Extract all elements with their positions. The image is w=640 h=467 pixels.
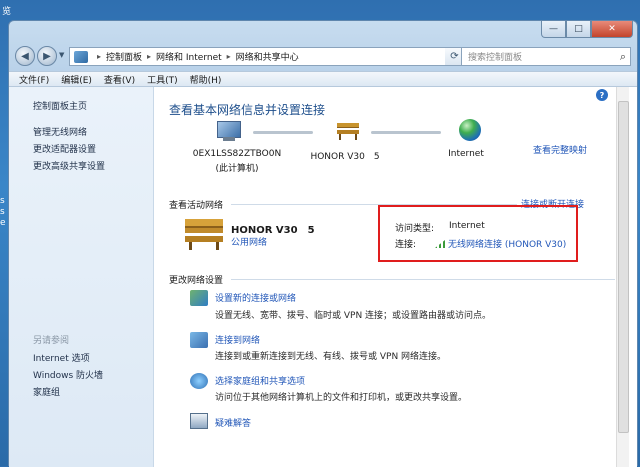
- navigation-bar: ◀ ▶ ▼ ▸ 控制面板 ▸ 网络和 Internet ▸ 网络和共享中心 ⟳ …: [15, 45, 631, 69]
- wifi-signal-icon: [435, 240, 445, 248]
- back-button[interactable]: ◀: [15, 46, 35, 66]
- full-map-link[interactable]: 查看完整映射: [533, 143, 587, 156]
- access-type-value: Internet: [449, 221, 485, 231]
- breadcrumb-network-sharing[interactable]: 网络和共享中心: [236, 50, 299, 63]
- title-buttons: — □ ✕: [541, 21, 633, 38]
- sidebar-advanced-sharing[interactable]: 更改高级共享设置: [33, 159, 105, 172]
- page-title: 查看基本网络信息并设置连接: [169, 103, 326, 117]
- breadcrumb-network-internet[interactable]: 网络和 Internet: [156, 50, 222, 63]
- sidebar-windows-firewall[interactable]: Windows 防火墙: [33, 368, 103, 381]
- sidebar-see-also: 另请参阅: [33, 336, 70, 346]
- help-icon[interactable]: ?: [596, 89, 608, 101]
- network-name-label: HONOR V30 5: [310, 152, 380, 162]
- task-new-connection[interactable]: 设置新的连接或网络: [215, 291, 296, 304]
- active-network-name: HONOR V30 5: [231, 225, 315, 236]
- menu-edit[interactable]: 编辑(E): [61, 73, 92, 86]
- connection-link-wrap: 无线网络连接 (HONOR V30): [435, 237, 566, 250]
- divider: [231, 279, 615, 280]
- menu-tools[interactable]: 工具(T): [147, 73, 178, 86]
- control-panel-icon: [74, 50, 88, 63]
- troubleshoot-icon: [190, 413, 208, 429]
- sidebar-homegroup[interactable]: 家庭组: [33, 385, 60, 398]
- new-connection-icon: [190, 290, 208, 306]
- refresh-icon: ⟳: [450, 51, 459, 62]
- sidebar-adapter-settings[interactable]: 更改适配器设置: [33, 142, 96, 155]
- internet-globe-icon: [459, 119, 481, 141]
- chevron-right-icon: ▸: [97, 52, 102, 61]
- recent-pages-dropdown[interactable]: ▼: [59, 51, 64, 59]
- desktop-side-text: s s e: [0, 196, 6, 228]
- active-network-bench-icon: [185, 219, 223, 250]
- network-map: [179, 119, 481, 149]
- computer-name: 0EX1LSS82ZTBO0N: [192, 149, 282, 159]
- internet-label: Internet: [448, 149, 484, 159]
- access-type-label: 访问类型:: [395, 224, 435, 234]
- task-connect-network-desc: 连接到或重新连接到无线、有线、拨号或 VPN 网络连接。: [215, 352, 447, 362]
- active-networks-heading: 查看活动网络: [169, 201, 224, 211]
- menu-view[interactable]: 查看(V): [104, 73, 135, 86]
- menu-help[interactable]: 帮助(H): [190, 73, 222, 86]
- search-placeholder: 搜索控制面板: [468, 53, 523, 63]
- control-panel-window: — □ ✕ ◀ ▶ ▼ ▸ 控制面板 ▸ 网络和 Internet ▸ 网络和共…: [8, 20, 638, 467]
- sidebar-home-link[interactable]: 控制面板主页: [33, 99, 87, 112]
- forward-arrow-icon: ▶: [43, 50, 51, 62]
- connection-line: [253, 131, 313, 134]
- close-button[interactable]: ✕: [591, 21, 633, 38]
- sidebar-internet-options[interactable]: Internet 选项: [33, 351, 90, 364]
- network-type-link[interactable]: 公用网络: [231, 235, 267, 248]
- breadcrumb-control-panel[interactable]: 控制面板: [106, 50, 142, 63]
- vertical-scrollbar[interactable]: [616, 87, 629, 467]
- scroll-thumb[interactable]: [618, 101, 629, 433]
- change-settings-heading: 更改网络设置: [169, 276, 224, 286]
- task-troubleshoot[interactable]: 疑难解答: [215, 416, 251, 429]
- menu-bar: 文件(F) 编辑(E) 查看(V) 工具(T) 帮助(H): [9, 71, 637, 87]
- menu-file[interactable]: 文件(F): [19, 73, 49, 86]
- sidebar-manage-wireless[interactable]: 管理无线网络: [33, 125, 87, 138]
- computer-sub-label: (此计算机): [215, 164, 259, 174]
- homegroup-sharing-icon: [190, 373, 208, 389]
- content-area: 控制面板主页 管理无线网络 更改适配器设置 更改高级共享设置 另请参阅 Inte…: [9, 87, 637, 467]
- search-box[interactable]: 搜索控制面板 ⌕: [461, 47, 631, 66]
- desktop-text: 览: [2, 7, 12, 17]
- address-bar[interactable]: ▸ 控制面板 ▸ 网络和 Internet ▸ 网络和共享中心: [69, 47, 447, 66]
- connection-line: [371, 131, 441, 134]
- connection-label: 连接:: [395, 240, 417, 250]
- chevron-right-icon: ▸: [147, 52, 152, 61]
- forward-button[interactable]: ▶: [37, 46, 57, 66]
- task-homegroup-sharing[interactable]: 选择家庭组和共享选项: [215, 374, 305, 387]
- search-icon[interactable]: ⌕: [620, 50, 626, 64]
- maximize-button[interactable]: □: [566, 21, 591, 38]
- task-connect-network[interactable]: 连接到网络: [215, 333, 260, 346]
- sidebar: 控制面板主页 管理无线网络 更改适配器设置 更改高级共享设置 另请参阅 Inte…: [9, 87, 154, 467]
- computer-icon: [213, 119, 243, 145]
- task-new-connection-desc: 设置无线、宽带、拨号、临时或 VPN 连接；或设置路由器或访问点。: [215, 311, 492, 321]
- minimize-button[interactable]: —: [541, 21, 566, 38]
- chevron-right-icon: ▸: [226, 52, 231, 61]
- wireless-connection-link[interactable]: 无线网络连接 (HONOR V30): [448, 240, 566, 250]
- back-arrow-icon: ◀: [21, 50, 29, 62]
- task-homegroup-sharing-desc: 访问位于其他网络计算机上的文件和打印机，或更改共享设置。: [215, 393, 468, 403]
- network-bench-icon: [337, 123, 359, 140]
- connect-network-icon: [190, 332, 208, 348]
